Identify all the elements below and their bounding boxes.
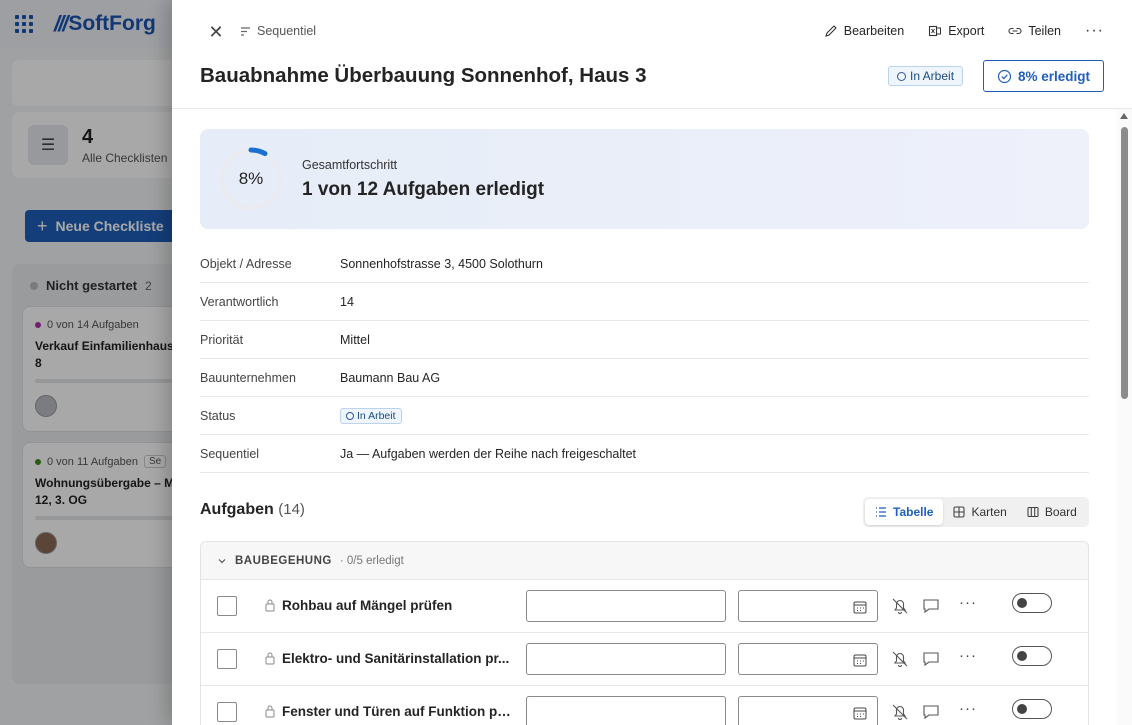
detail-row-address: Objekt / Adresse Sonnenhofstrasse 3, 450… [200, 245, 1089, 283]
group-title: BAUBEGEHUNG [235, 554, 332, 567]
calendar-icon[interactable] [853, 706, 867, 720]
sort-icon [241, 26, 250, 36]
detail-row-contractor: Bauunternehmen Baumann Bau AG [200, 359, 1089, 397]
task-note-input[interactable] [526, 696, 726, 725]
check-circle-icon [997, 69, 1012, 83]
table-row: Elektro- und Sanitärinstallation pr... ·… [201, 633, 1088, 686]
comment-icon[interactable] [921, 702, 941, 722]
share-button[interactable]: Teilen [1008, 24, 1061, 38]
bell-off-icon[interactable] [890, 649, 910, 669]
detail-label: Priorität [200, 332, 244, 347]
detail-value: Mittel [340, 332, 370, 347]
view-table-button[interactable]: Tabelle [865, 499, 944, 525]
progress-value: 1 von 12 Aufgaben erledigt [302, 179, 545, 200]
task-note-input[interactable] [526, 643, 726, 675]
chevron-down-icon[interactable] [217, 556, 227, 566]
checklist-detail-panel: ✕ Sequentiel Bearbeiten Export Teilen ··… [172, 0, 1132, 725]
group-header[interactable]: BAUBEGEHUNG · 0/5 erledigt [201, 542, 1088, 580]
details-list: Objekt / Adresse Sonnenhofstrasse 3, 450… [200, 245, 1089, 473]
page-title: Bauabnahme Überbauung Sonnenhof, Haus 3 [200, 64, 647, 87]
progress-button[interactable]: 8% erledigt [983, 60, 1104, 92]
view-switcher: Tabelle Karten Board [863, 497, 1089, 527]
row-more-icon[interactable]: ··· [959, 647, 977, 664]
lock-icon [265, 652, 275, 665]
row-more-icon[interactable]: ··· [959, 594, 977, 611]
task-name[interactable]: Rohbau auf Mängel prüfen [282, 598, 512, 613]
view-board-button[interactable]: Board [1017, 499, 1087, 525]
detail-label: Verantwortlich [200, 294, 279, 309]
group-subtitle: · 0/5 erledigt [339, 554, 404, 567]
task-date-input[interactable] [738, 696, 878, 725]
task-group: BAUBEGEHUNG · 0/5 erledigt Rohbau auf Mä… [200, 541, 1089, 725]
calendar-icon[interactable] [853, 653, 867, 667]
bell-off-icon[interactable] [890, 702, 910, 722]
detail-label: Bauunternehmen [200, 370, 296, 385]
comment-icon[interactable] [921, 649, 941, 669]
row-more-icon[interactable]: ··· [959, 700, 977, 717]
bell-off-icon[interactable] [890, 596, 910, 616]
detail-label: Sequentiel [200, 446, 260, 461]
progress-percent: 8% [238, 169, 264, 188]
export-button[interactable]: Export [928, 24, 984, 38]
task-date-input[interactable] [738, 643, 878, 675]
task-name[interactable]: Fenster und Türen auf Funktion pr... [282, 704, 512, 719]
pencil-icon [824, 25, 837, 37]
task-name[interactable]: Elektro- und Sanitärinstallation pr... [282, 651, 512, 666]
scroll-up-icon[interactable] [1120, 113, 1128, 119]
task-toggle[interactable] [1012, 646, 1052, 666]
close-icon[interactable]: ✕ [206, 22, 226, 42]
detail-row-status: Status In Arbeit [200, 397, 1089, 435]
task-toggle[interactable] [1012, 593, 1052, 613]
view-cards-button[interactable]: Karten [943, 499, 1016, 525]
status-badge: In Arbeit [888, 66, 964, 86]
status-badge: In Arbeit [340, 407, 402, 424]
lock-icon [265, 705, 275, 718]
status-circle-icon [897, 71, 906, 81]
edit-button[interactable]: Bearbeiten [824, 24, 904, 38]
excel-icon [929, 25, 942, 37]
progress-ring: 8% [218, 146, 284, 212]
status-circle-icon [346, 411, 354, 420]
tasks-heading: Aufgaben (14) [200, 501, 305, 518]
detail-value: Ja — Aufgaben werden der Reihe nach frei… [340, 446, 637, 461]
tasks-count: (14) [278, 501, 305, 518]
lock-icon [265, 599, 275, 612]
detail-value: Sonnenhofstrasse 3, 4500 Solothurn [340, 256, 543, 271]
task-toggle[interactable] [1012, 699, 1052, 719]
detail-row-responsible: Verantwortlich 14 [200, 283, 1089, 321]
scrollbar-thumb[interactable] [1121, 127, 1128, 399]
panel-scrollbar[interactable] [1117, 109, 1132, 725]
comment-icon[interactable] [921, 596, 941, 616]
progress-label: Gesamtfortschritt [302, 158, 398, 172]
list-icon [876, 507, 886, 517]
more-options-icon[interactable]: ··· [1085, 22, 1104, 40]
panel-topbar: ✕ Sequentiel Bearbeiten Export Teilen ··… [172, 0, 1132, 64]
task-checkbox[interactable] [217, 596, 237, 616]
detail-row-priority: Priorität Mittel [200, 321, 1089, 359]
calendar-icon[interactable] [853, 600, 867, 614]
detail-label: Status [200, 408, 236, 423]
board-icon [1027, 506, 1039, 518]
link-icon [1008, 27, 1022, 35]
progress-card: 8% Gesamtfortschritt 1 von 12 Aufgaben e… [200, 129, 1089, 229]
task-date-input[interactable] [738, 590, 878, 622]
detail-row-sequential: Sequentiel Ja — Aufgaben werden der Reih… [200, 435, 1089, 473]
detail-value: 14 [340, 294, 354, 309]
task-checkbox[interactable] [217, 702, 237, 722]
sequential-tag: Sequentiel [240, 24, 316, 38]
detail-label: Objekt / Adresse [200, 256, 292, 271]
panel-content: 8% Gesamtfortschritt 1 von 12 Aufgaben e… [172, 109, 1117, 725]
grid-icon [953, 506, 966, 518]
detail-value: Baumann Bau AG [340, 370, 441, 385]
task-note-input[interactable] [526, 590, 726, 622]
table-row: Rohbau auf Mängel prüfen ··· [201, 580, 1088, 633]
task-checkbox[interactable] [217, 649, 237, 669]
table-row: Fenster und Türen auf Funktion pr... ··· [201, 686, 1088, 725]
